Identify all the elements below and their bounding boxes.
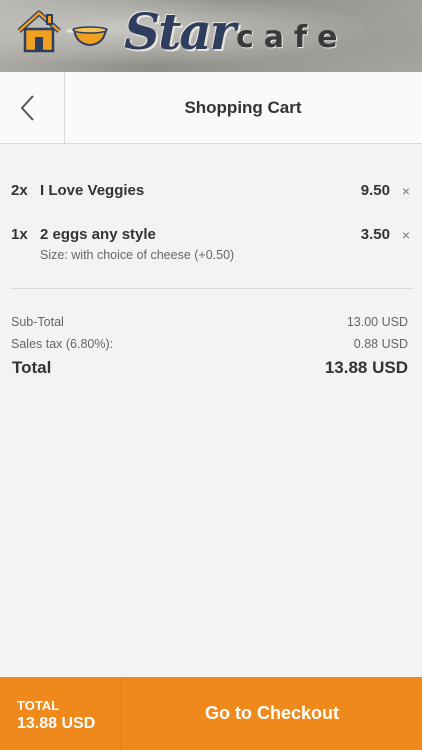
checkout-footer: TOTAL 13.88 USD Go to Checkout: [0, 677, 422, 750]
checkout-button[interactable]: Go to Checkout: [122, 677, 422, 750]
item-price: 9.50: [360, 182, 390, 199]
tax-value: 0.88 USD: [353, 337, 408, 351]
brand-banner: Star cafe: [0, 0, 422, 72]
footer-total: TOTAL 13.88 USD: [0, 677, 122, 750]
page-header: Shopping Cart: [0, 72, 422, 144]
total-row: Total 13.88 USD: [11, 355, 413, 381]
item-quantity: 2x: [11, 182, 28, 199]
item-price: 3.50: [360, 226, 390, 243]
item-name: 2 eggs any style: [40, 226, 156, 243]
brand-logo-cafe: cafe: [236, 20, 348, 55]
total-value: 13.88 USD: [324, 358, 408, 377]
cart-item: 2x I Love Veggies 9.50 ×: [11, 180, 413, 224]
item-option: Size: with choice of cheese (+0.50): [40, 248, 235, 262]
footer-total-label: TOTAL: [17, 698, 60, 713]
brand-logo-star: Star: [124, 2, 236, 61]
item-name: I Love Veggies: [40, 182, 145, 199]
coffee-cup-icon: [67, 26, 108, 47]
tax-row: Sales tax (6.80%): 0.88 USD: [11, 333, 413, 355]
item-quantity: 1x: [11, 226, 28, 243]
cart-item: 1x 2 eggs any style 3.50 × Size: with ch…: [11, 224, 413, 282]
cart-list: 2x I Love Veggies 9.50 × 1x 2 eggs any s…: [11, 180, 413, 381]
footer-total-value: 13.88 USD: [17, 715, 96, 732]
home-icon[interactable]: [16, 9, 62, 53]
tax-label: Sales tax (6.80%):: [11, 337, 114, 351]
page-title: Shopping Cart: [184, 98, 302, 117]
subtotal-label: Sub-Total: [11, 315, 64, 329]
chevron-left-icon: [20, 95, 34, 121]
total-label: Total: [12, 358, 52, 377]
back-button[interactable]: [0, 72, 65, 143]
divider: [11, 288, 413, 289]
remove-item-icon[interactable]: ×: [399, 180, 413, 202]
subtotal-value: 13.00 USD: [346, 315, 408, 329]
remove-item-icon[interactable]: ×: [399, 224, 413, 246]
subtotal-row: Sub-Total 13.00 USD: [11, 311, 413, 333]
